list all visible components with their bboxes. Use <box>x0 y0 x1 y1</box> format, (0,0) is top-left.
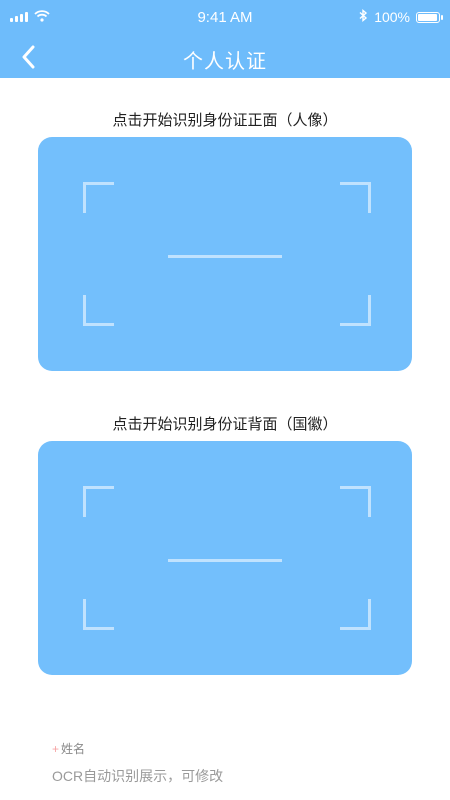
back-card-title: 点击开始识别身份证背面（国徽） <box>112 416 338 433</box>
front-card-scan-button[interactable] <box>38 137 412 371</box>
frame-center-line <box>168 559 282 562</box>
status-right: 100% <box>359 9 443 25</box>
frame-corner-bottom-right <box>340 295 371 326</box>
required-mark: + <box>52 742 60 756</box>
page-title: 个人认证 <box>183 51 267 73</box>
frame-center-line <box>168 255 282 258</box>
name-input[interactable]: OCR自动识别展示，可修改 <box>52 766 392 786</box>
bluetooth-icon <box>359 9 368 25</box>
frame-corner-top-right <box>340 486 371 517</box>
nav-bar: 个人认证 <box>0 36 450 78</box>
name-field-label: + 姓名 <box>52 740 85 757</box>
frame-corner-bottom-left <box>83 599 114 630</box>
frame-corner-top-right <box>340 182 371 213</box>
frame-corner-bottom-left <box>83 295 114 326</box>
front-card-title: 点击开始识别身份证正面（人像） <box>112 112 338 129</box>
frame-corner-top-left <box>83 486 114 517</box>
frame-corner-top-left <box>83 182 114 213</box>
battery-percent: 100% <box>374 9 410 25</box>
name-label-text: 姓名 <box>61 742 86 756</box>
battery-fill <box>418 13 437 21</box>
status-bar: 9:41 AM 100% <box>0 0 450 36</box>
battery-icon <box>416 11 443 23</box>
frame-corner-bottom-right <box>340 599 371 630</box>
back-card-scan-button[interactable] <box>38 441 412 675</box>
